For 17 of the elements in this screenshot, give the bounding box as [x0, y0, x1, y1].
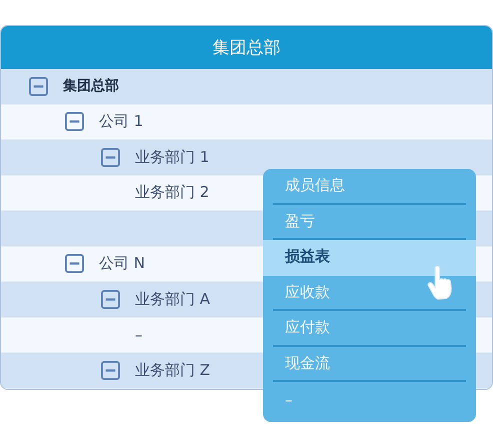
collapse-icon[interactable] — [101, 148, 120, 167]
tree-item[interactable]: 业务部门 A — [135, 290, 210, 309]
tree-item[interactable]: 业务部门 2 — [135, 183, 210, 202]
collapse-icon[interactable] — [29, 76, 48, 96]
menu-item[interactable]: 损益表 — [263, 240, 476, 276]
collapse-icon[interactable] — [65, 112, 84, 132]
collapse-icon[interactable] — [101, 360, 120, 380]
hand-cursor-icon — [427, 266, 454, 302]
tree-item[interactable]: 集团总部 — [63, 77, 119, 96]
tree-item[interactable]: 公司 N — [99, 254, 145, 274]
collapse-icon[interactable] — [101, 290, 120, 309]
tree-item[interactable]: – — [135, 326, 142, 344]
tree-item[interactable]: 业务部门 1 — [135, 148, 210, 167]
panel-title: 集团总部 — [212, 37, 280, 59]
tree-item[interactable]: 公司 1 — [99, 112, 144, 132]
tree-item[interactable]: 业务部门 Z — [135, 360, 210, 380]
collapse-icon[interactable] — [65, 254, 84, 274]
